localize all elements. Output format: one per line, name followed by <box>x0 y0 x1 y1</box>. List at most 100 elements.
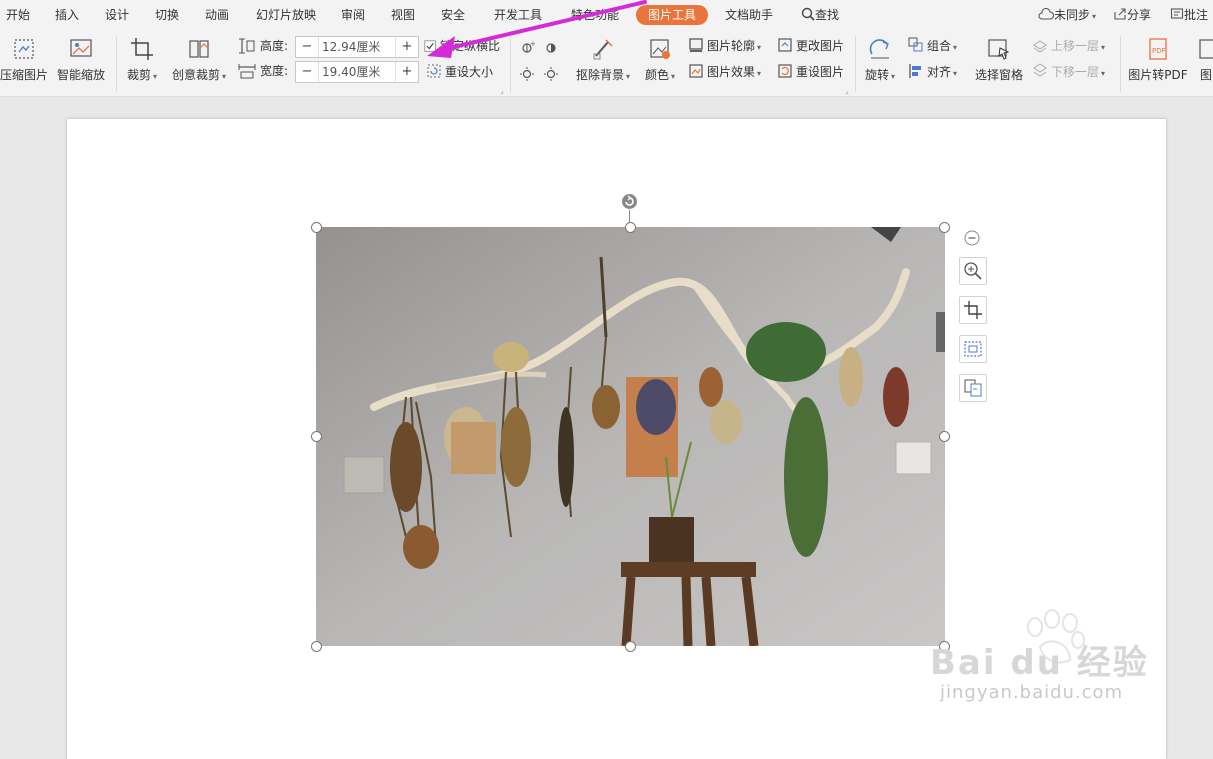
reset-picture-button[interactable]: 重设图片 <box>777 62 844 82</box>
search-button[interactable]: 查找 <box>801 5 839 25</box>
send-backward-icon <box>1033 63 1047 77</box>
resize-handle-top[interactable] <box>625 222 636 233</box>
dialog-launcher-icon[interactable]: ⌟ <box>500 86 504 95</box>
chevron-down-icon: ▾ <box>626 72 631 81</box>
crop-label: 裁剪 <box>126 68 151 82</box>
sync-label: 未同步 <box>1054 8 1091 22</box>
effect-icon <box>689 64 703 78</box>
tab-transition[interactable]: 切换 <box>155 5 179 25</box>
chevron-down-icon: ▾ <box>153 72 158 81</box>
bring-forward-icon <box>1033 40 1047 53</box>
tab-doc-assistant[interactable]: 文档助手 <box>725 5 773 25</box>
tab-view[interactable]: 视图 <box>391 5 415 25</box>
watermark-brand: Bai du 经验 <box>930 643 1149 683</box>
comment-icon <box>1170 8 1184 19</box>
resize-handle-bottom-left[interactable] <box>311 641 322 652</box>
height-label: 高度: <box>260 39 289 53</box>
width-icon <box>238 64 256 79</box>
width-stepper[interactable]: − + <box>295 61 419 83</box>
height-stepper[interactable]: − + <box>295 36 419 58</box>
chevron-down-icon: ▾ <box>222 72 227 81</box>
bring-forward-button[interactable]: 上移一层 ▾ <box>1032 36 1105 56</box>
smart-zoom-label: 智能缩放 <box>56 68 105 82</box>
zoom-in-icon <box>964 262 982 280</box>
tab-animation[interactable]: 动画 <box>205 5 229 25</box>
sync-status[interactable]: 未同步 ▾ <box>1038 5 1096 25</box>
reset-picture-label: 重设图片 <box>796 65 845 79</box>
picture-effect-button[interactable]: 图片效果 ▾ <box>688 62 761 82</box>
compress-icon <box>14 39 34 59</box>
crop-button[interactable]: 裁剪 ▾ <box>124 36 160 83</box>
width-decrease-button[interactable]: − <box>296 62 319 82</box>
chevron-down-icon: ▾ <box>757 43 762 52</box>
width-label: 宽度: <box>260 64 289 78</box>
resize-handle-top-left[interactable] <box>311 222 322 233</box>
chevron-down-icon: ▾ <box>953 69 958 78</box>
chevron-down-icon: ▾ <box>1101 43 1106 52</box>
crop-side-button[interactable] <box>959 296 987 324</box>
resize-handle-top-right[interactable] <box>939 222 950 233</box>
height-decrease-button[interactable]: − <box>296 37 319 57</box>
watermark-url: jingyan.baidu.com <box>940 682 1124 703</box>
rotate-button[interactable]: 旋转 ▾ <box>862 36 898 83</box>
cloud-icon <box>1038 7 1055 20</box>
rotate-label: 旋转 <box>864 68 889 82</box>
resize-handle-right[interactable] <box>939 431 950 442</box>
tab-review[interactable]: 审阅 <box>341 5 365 25</box>
send-backward-label: 下移一层 <box>1051 65 1100 79</box>
chevron-down-icon: ▾ <box>891 72 896 81</box>
smart-zoom-button[interactable]: 智能缩放 <box>56 36 106 83</box>
picture-outline-button[interactable]: 图片轮廓 ▾ <box>688 36 761 56</box>
creative-crop-label: 创意裁剪 <box>171 68 220 82</box>
picture-to-pdf-button[interactable]: PDF 图片转PDF <box>1128 36 1188 83</box>
compress-label: 压缩图片 <box>0 68 49 82</box>
crop-icon <box>131 38 153 60</box>
collapse-toolbar-icon[interactable] <box>964 230 980 246</box>
smart-zoom-icon <box>70 39 92 57</box>
change-picture-button[interactable]: 更改图片 <box>777 36 844 56</box>
align-label: 对齐 <box>927 65 952 79</box>
dried-flowers-photo <box>316 227 945 646</box>
smart-zoom-side-button[interactable] <box>959 335 987 363</box>
annotation-arrow <box>427 0 647 58</box>
tab-start[interactable]: 开始 <box>6 5 30 25</box>
picture-to-pdf-side-button[interactable] <box>959 374 987 402</box>
selected-picture[interactable] <box>316 227 945 646</box>
width-input[interactable] <box>320 63 394 79</box>
selection-pane-button[interactable]: 选择窗格 <box>974 36 1024 83</box>
bring-forward-label: 上移一层 <box>1051 39 1100 53</box>
resize-handle-bottom[interactable] <box>625 641 636 652</box>
share-icon <box>1114 8 1126 20</box>
share-button[interactable]: 分享 <box>1113 5 1151 25</box>
comment-label: 批注 <box>1184 8 1209 22</box>
group-label: 组合 <box>927 39 952 53</box>
picture-icon <box>1199 39 1213 59</box>
more-picture-label: 图 <box>1199 68 1212 82</box>
comment-button[interactable]: 批注 <box>1170 5 1208 25</box>
zoom-picture-button[interactable] <box>959 257 987 285</box>
group-button[interactable]: 组合 ▾ <box>908 36 957 56</box>
tab-design[interactable]: 设计 <box>105 5 129 25</box>
change-picture-icon <box>778 38 792 52</box>
group-icon <box>908 37 923 52</box>
rotate-handle-icon[interactable] <box>621 193 638 210</box>
change-picture-label: 更改图片 <box>796 39 845 53</box>
divider <box>855 36 856 92</box>
tab-insert[interactable]: 插入 <box>55 5 79 25</box>
pdf-icon: PDF <box>1149 38 1167 60</box>
picture-to-pdf-label: 图片转PDF <box>1128 68 1188 82</box>
compress-picture-button[interactable]: 压缩图片 <box>0 36 48 83</box>
resize-handle-left[interactable] <box>311 431 322 442</box>
dialog-launcher-icon[interactable]: ⌟ <box>845 86 849 95</box>
chevron-down-icon: ▾ <box>671 72 676 81</box>
align-button[interactable]: 对齐 ▾ <box>908 62 957 82</box>
creative-crop-button[interactable]: 创意裁剪 ▾ <box>170 36 228 83</box>
send-backward-button[interactable]: 下移一层 ▾ <box>1032 62 1105 82</box>
more-picture-button[interactable]: 图 <box>1196 36 1213 83</box>
reset-picture-icon <box>778 64 792 78</box>
height-input[interactable] <box>320 38 394 54</box>
divider <box>116 36 117 92</box>
picture-outline-label: 图片轮廓 <box>707 39 756 53</box>
tab-slideshow[interactable]: 幻灯片放映 <box>256 5 316 25</box>
search-icon <box>801 7 815 21</box>
